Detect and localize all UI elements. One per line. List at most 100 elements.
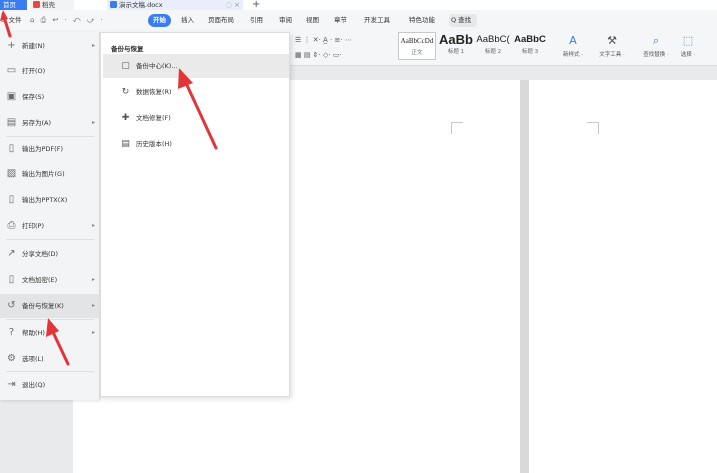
submenu-item-label: 文档修复(F) xyxy=(136,114,171,122)
document-page-2[interactable] xyxy=(529,80,717,473)
menu-item-label: 新建(N) xyxy=(22,42,45,50)
print-icon: ⎙ xyxy=(7,220,16,231)
backup-icon: ↺ xyxy=(7,300,16,311)
menu-item-export-image[interactable]: ▨ 输出为图片(G) xyxy=(0,162,100,186)
save-icon: ▣ xyxy=(6,91,17,102)
tab-docer-label: 稻壳 xyxy=(42,1,55,9)
command-search[interactable]: Q 查找 xyxy=(449,14,477,27)
menu-item-export-pdf[interactable]: ▯ 输出为PDF(F) xyxy=(0,137,100,161)
ribbon-tab-view[interactable]: 视图 xyxy=(306,14,319,27)
page-gap xyxy=(520,80,529,473)
ribbon-tab-review[interactable]: 审阅 xyxy=(279,14,292,27)
margin-corner-mark xyxy=(451,122,463,134)
quick-access-toolbar[interactable]: ⌂ ⎙ ↩ · ⤺ ⤻ · xyxy=(30,14,105,27)
ribbon-tab-insert[interactable]: 插入 xyxy=(181,14,194,27)
submenu-item-history[interactable]: ▤ 历史版本(H) xyxy=(103,132,289,156)
style-heading-3[interactable]: AaBbC 标题 3 xyxy=(511,32,549,60)
menu-item-export-pptx[interactable]: ▯ 输出为PPTX(X) xyxy=(0,188,100,212)
docer-logo-icon xyxy=(33,1,40,8)
tab-home[interactable]: 首页 xyxy=(0,0,27,10)
folder-icon: ▭ xyxy=(6,65,17,76)
pptx-icon: ▯ xyxy=(8,194,15,205)
menu-item-label: 输出为PPTX(X) xyxy=(22,196,68,204)
menu-item-label: 文档加密(E) xyxy=(22,276,58,284)
ribbon-tab-references[interactable]: 引用 xyxy=(250,14,263,27)
menu-divider xyxy=(6,239,94,240)
select-icon: ⬚ xyxy=(682,34,694,47)
chevron-right-icon: ▸ xyxy=(91,119,95,126)
style-heading-3-label: 标题 3 xyxy=(521,49,539,55)
style-heading-2-sample: AaBbC( xyxy=(476,34,510,45)
submenu-title: 备份与恢复 xyxy=(111,45,144,53)
menu-item-exit[interactable]: ⇥ 退出(Q) xyxy=(0,373,100,397)
menu-item-label: 输出为PDF(F) xyxy=(22,145,63,153)
backup-center-icon: ▢ xyxy=(121,61,130,71)
history-icon: ▤ xyxy=(121,139,130,149)
help-icon: ? xyxy=(8,327,15,338)
ribbon-tab-developer[interactable]: 开发工具 xyxy=(364,14,390,27)
writer-logo-icon xyxy=(110,1,117,8)
menu-divider xyxy=(6,371,94,372)
pdf-icon: ▯ xyxy=(8,143,15,154)
select-button[interactable]: ⬚ 选择 · xyxy=(669,32,707,62)
style-heading-2-label: 标题 2 xyxy=(484,49,502,55)
style-normal[interactable]: AaBbCcDd 正文 xyxy=(398,32,436,60)
ribbon-tab-chapter[interactable]: 章节 xyxy=(334,14,347,27)
backup-restore-submenu: 备份与恢复 ▢ 备份中心(K)... ↻ 数据恢复(R) ✚ 文档修复(F) ▤… xyxy=(100,32,290,397)
image-icon: ▨ xyxy=(6,168,17,179)
menu-item-label: 打开(O) xyxy=(22,67,46,75)
chevron-right-icon: ▸ xyxy=(91,42,95,49)
menu-item-new[interactable]: + 新建(N) ▸ xyxy=(0,34,100,58)
menu-item-label: 分享文档(D) xyxy=(22,250,59,258)
file-menu-button[interactable]: ≡ 文件 xyxy=(0,14,26,27)
paragraph-format-tools[interactable]: ☰ ⋮ ✕· A̲ · ≡· ⋯ ▦ ▤ ⇕· ◇· ▭· xyxy=(295,33,395,63)
menu-divider xyxy=(6,319,94,320)
tab-docer[interactable]: 稻壳 xyxy=(30,0,74,10)
ribbon-tabs-row: ≡ 文件 ⌂ ⎙ ↩ · ⤺ ⤻ · 开始 插入 页面布局 引用 审阅 视图 章… xyxy=(0,13,717,29)
ribbon-tab-page-layout[interactable]: 页面布局 xyxy=(208,14,234,27)
text-tools-button[interactable]: ⚒ 文字工具 · xyxy=(593,32,631,62)
style-heading-1-label: 标题 1 xyxy=(447,49,465,55)
menu-item-encrypt[interactable]: ▯ 文档加密(E) ▸ xyxy=(0,268,100,292)
margin-corner-mark xyxy=(587,122,599,134)
ribbon-tab-features[interactable]: 特色功能 xyxy=(409,14,435,27)
menu-item-help[interactable]: ? 帮助(H) ▸ xyxy=(0,321,100,345)
new-tab-button[interactable]: + xyxy=(252,0,260,10)
menu-item-save-as[interactable]: ▤ 另存为(A) ▸ xyxy=(0,111,100,135)
window-tab-bar: 首页 稻壳 演示文稿.docx ◌ × + xyxy=(0,0,717,10)
menu-item-label: 退出(Q) xyxy=(22,381,46,389)
menu-item-label: 打印(P) xyxy=(22,222,44,230)
menu-item-print[interactable]: ⎙ 打印(P) ▸ xyxy=(0,214,100,238)
submenu-item-label: 数据恢复(R) xyxy=(136,88,172,96)
style-heading-1[interactable]: AaBb 标题 1 xyxy=(437,32,475,60)
ribbon-tab-home[interactable]: 开始 xyxy=(148,14,171,27)
submenu-item-data-recovery[interactable]: ↻ 数据恢复(R) xyxy=(103,80,289,104)
menu-item-label: 备份与恢复(K) xyxy=(22,302,64,310)
tab-document[interactable]: 演示文稿.docx ◌ × xyxy=(107,0,243,10)
new-style-label: 新样式 · xyxy=(563,52,583,58)
data-recovery-icon: ↻ xyxy=(121,87,130,97)
chevron-right-icon: ▸ xyxy=(91,302,95,309)
menu-item-share[interactable]: ↗ 分享文档(D) xyxy=(0,242,100,266)
submenu-item-doc-repair[interactable]: ✚ 文档修复(F) xyxy=(103,106,289,130)
select-label: 选择 · xyxy=(680,52,696,58)
tab-close-icon[interactable]: × xyxy=(234,1,240,9)
lock-icon: ▯ xyxy=(8,274,15,285)
share-icon: ↗ xyxy=(7,248,16,259)
menu-item-open[interactable]: ▭ 打开(O) xyxy=(0,59,100,83)
submenu-item-label: 历史版本(H) xyxy=(136,140,172,148)
style-normal-sample: AaBbCcDd xyxy=(400,37,434,45)
new-style-button[interactable]: A 新样式 · xyxy=(554,32,592,62)
menu-item-save[interactable]: ▣ 保存(S) xyxy=(0,85,100,109)
new-style-icon: A xyxy=(569,34,577,47)
tab-pin-icon[interactable]: ◌ xyxy=(226,1,232,9)
style-normal-label: 正文 xyxy=(411,50,423,56)
new-icon: + xyxy=(7,40,16,51)
menu-item-label: 选项(L) xyxy=(22,355,44,363)
submenu-item-backup-center[interactable]: ▢ 备份中心(K)... xyxy=(103,54,289,78)
menu-item-options[interactable]: ⚙ 选项(L) xyxy=(0,347,100,371)
style-heading-1-sample: AaBb xyxy=(439,32,473,47)
exit-icon: ⇥ xyxy=(7,379,16,390)
style-heading-2[interactable]: AaBbC( 标题 2 xyxy=(474,32,512,60)
menu-item-backup-restore[interactable]: ↺ 备份与恢复(K) ▸ xyxy=(0,294,100,318)
